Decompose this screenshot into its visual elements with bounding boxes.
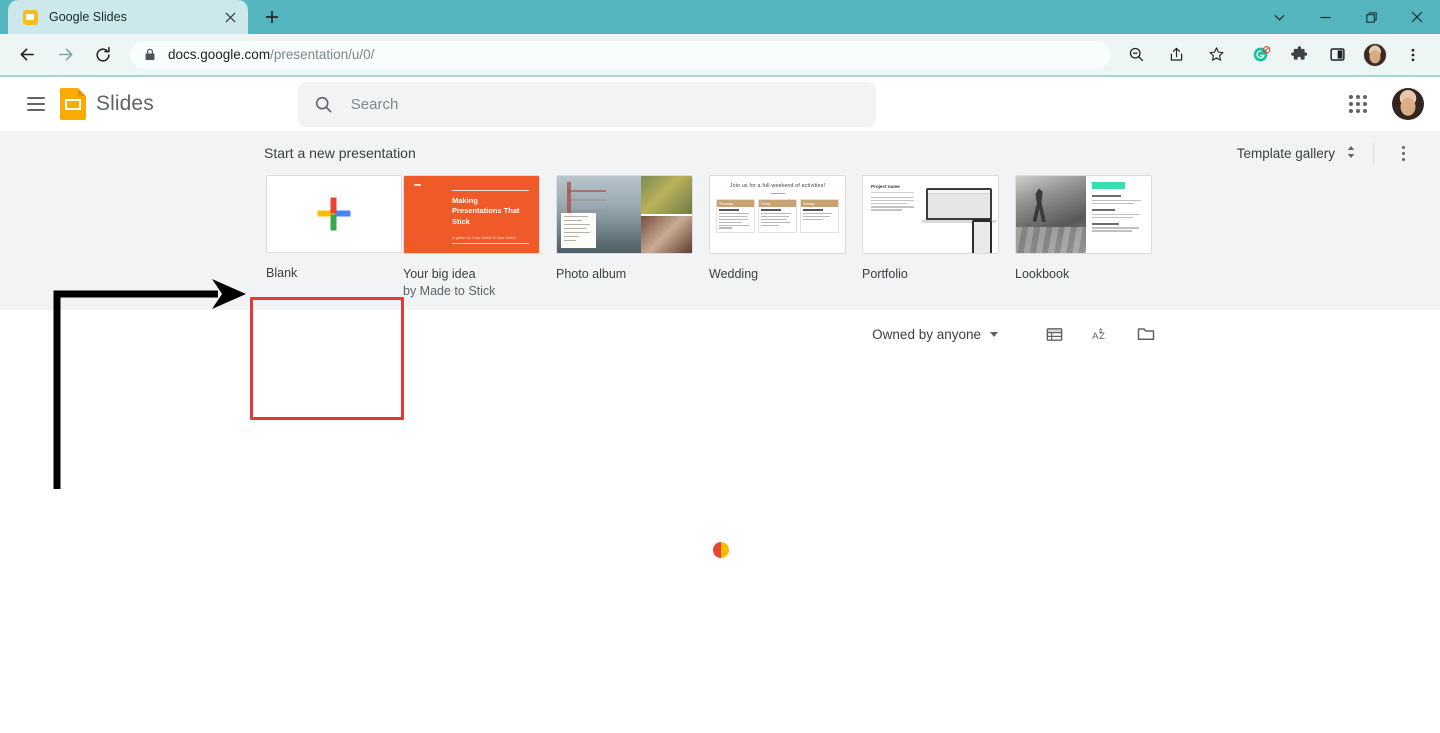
divider [1373,142,1374,164]
forward-button[interactable] [49,39,81,71]
blank-plus-thumbnail [266,175,402,253]
slides-header: Slides Search [0,77,1440,131]
template-card-sublabel: by Made to Stick [403,283,496,298]
sort-az-icon[interactable]: A Z [1080,314,1120,354]
template-band: Start a new presentation Template galler… [0,131,1440,420]
template-band-header: Start a new presentation Template galler… [0,131,1440,175]
browser-window: Google Slides docs.google.com/presentati… [0,0,1440,733]
template-gallery-label: Template gallery [1236,145,1335,161]
grammarly-icon[interactable] [1245,39,1277,71]
template-card-label: Wedding [709,267,759,281]
template-card-wedding[interactable]: Join us for a full weekend of activities… [709,175,862,298]
maximize-window-button[interactable] [1348,0,1394,34]
more-options-icon[interactable] [1388,138,1418,168]
window-controls [1256,0,1440,34]
template-card-label: Photo album [556,267,627,281]
chevron-down-icon [990,331,998,337]
chrome-menu-icon[interactable] [1397,39,1429,71]
browser-tab-google-slides[interactable]: Google Slides [8,0,248,34]
omnibox-actions [1116,39,1236,71]
product-name: Slides [96,92,154,115]
address-bar[interactable]: docs.google.com/presentation/u/0/ [130,40,1110,69]
new-tab-button[interactable] [258,3,286,31]
template-card-label: Blank [266,266,298,280]
url-host: docs.google.com [168,47,271,62]
photo-album-thumbnail [556,175,693,254]
owner-filter-dropdown[interactable]: Owned by anyone [864,321,1006,348]
tab-strip: Google Slides [0,0,1440,34]
thumb-col-head: Sunday [801,200,838,207]
side-panel-icon[interactable] [1321,39,1353,71]
lookbook-thumbnail [1015,175,1152,254]
main-menu-icon[interactable] [16,84,56,124]
template-card-blank[interactable]: Blank [250,175,403,298]
search-icon [314,95,333,114]
page-title: Start a new presentation [264,145,416,161]
portfolio-thumbnail: Project name [862,175,999,254]
template-card-portfolio[interactable]: Project name Portfolio [862,175,1015,298]
url-path: /presentation/u/0/ [270,47,375,62]
back-button[interactable] [11,39,43,71]
url-text: docs.google.com/presentation/u/0/ [168,47,374,62]
close-window-button[interactable] [1394,0,1440,34]
slides-brand[interactable]: Slides [60,88,154,120]
account-avatar[interactable] [1392,88,1424,120]
tab-search-icon[interactable] [1256,0,1302,34]
template-card-your-big-idea[interactable]: Making Presentations That Stick A guide … [403,175,556,298]
template-gallery-button[interactable]: Template gallery [1229,138,1361,169]
reload-button[interactable] [87,39,119,71]
unfold-more-icon [1345,144,1357,163]
zoom-out-icon[interactable] [1120,39,1152,71]
close-tab-icon[interactable] [220,7,240,27]
svg-text:A: A [1092,330,1099,341]
puzzle-extensions-icon[interactable] [1283,39,1315,71]
owner-filter-label: Owned by anyone [872,326,981,342]
list-view-icon[interactable] [1034,314,1074,354]
google-apps-icon[interactable] [1338,84,1378,124]
template-card-label: Lookbook [1015,267,1070,281]
template-card-label: Portfolio [862,267,908,281]
template-card-row: Blank Making Presentations That Stick A … [0,175,1440,298]
template-card-lookbook[interactable]: Lookbook [1015,175,1168,298]
extension-icons [1236,39,1432,71]
header-right-actions [1338,84,1424,124]
thumb-heading: Making Presentations That Stick [452,195,520,227]
profile-avatar[interactable] [1359,39,1391,71]
search-placeholder: Search [350,95,399,113]
slides-home-page: Slides Search Start a new presentation T… [0,77,1440,733]
thumb-byline: A guide by Chip Heath & Dan Heath [452,236,516,241]
tab-title: Google Slides [49,10,127,24]
slides-favicon [22,9,38,25]
thumb-heading: Join us for a full weekend of activities… [729,183,826,189]
template-card-label: Your big idea [403,267,476,281]
slides-logo-icon [60,88,86,120]
share-icon[interactable] [1160,39,1192,71]
search-input[interactable]: Search [297,81,876,127]
file-picker-folder-icon[interactable] [1126,314,1166,354]
browser-toolbar: docs.google.com/presentation/u/0/ [0,34,1440,75]
plus-icon [316,196,353,233]
thumb-col-head: Thursday [717,200,754,207]
minimize-window-button[interactable] [1302,0,1348,34]
template-card-photo-album[interactable]: Photo album [556,175,709,298]
bookmark-star-icon[interactable] [1200,39,1232,71]
lock-icon [144,48,156,61]
document-list-toolbar: Owned by anyone A Z [0,310,1440,358]
your-big-idea-thumbnail: Making Presentations That Stick A guide … [403,175,540,254]
template-band-actions: Template gallery [1229,138,1418,169]
loading-spinner [713,542,729,558]
wedding-thumbnail: Join us for a full weekend of activities… [709,175,846,254]
thumb-col-head: Friday [759,200,796,207]
